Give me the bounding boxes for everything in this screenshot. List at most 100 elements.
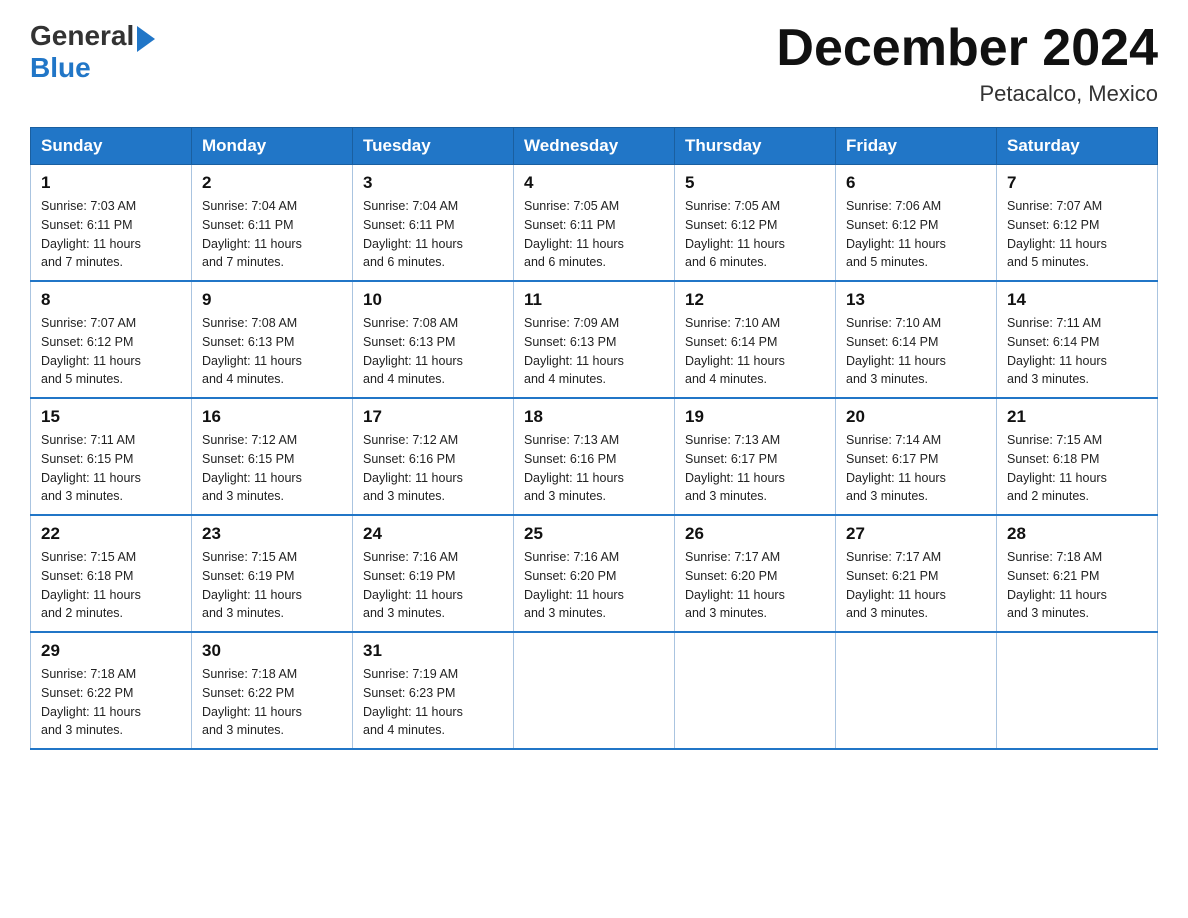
day-number: 21: [1007, 407, 1147, 427]
day-number: 19: [685, 407, 825, 427]
day-info: Sunrise: 7:06 AMSunset: 6:12 PMDaylight:…: [846, 197, 986, 272]
day-number: 9: [202, 290, 342, 310]
day-cell: 4 Sunrise: 7:05 AMSunset: 6:11 PMDayligh…: [514, 165, 675, 282]
day-info: Sunrise: 7:12 AMSunset: 6:16 PMDaylight:…: [363, 431, 503, 506]
day-info: Sunrise: 7:07 AMSunset: 6:12 PMDaylight:…: [41, 314, 181, 389]
day-number: 30: [202, 641, 342, 661]
day-info: Sunrise: 7:17 AMSunset: 6:21 PMDaylight:…: [846, 548, 986, 623]
day-number: 14: [1007, 290, 1147, 310]
day-cell: 14 Sunrise: 7:11 AMSunset: 6:14 PMDaylig…: [997, 281, 1158, 398]
day-info: Sunrise: 7:16 AMSunset: 6:20 PMDaylight:…: [524, 548, 664, 623]
header-cell-thursday: Thursday: [675, 128, 836, 165]
header-cell-tuesday: Tuesday: [353, 128, 514, 165]
day-cell: 11 Sunrise: 7:09 AMSunset: 6:13 PMDaylig…: [514, 281, 675, 398]
day-cell: 24 Sunrise: 7:16 AMSunset: 6:19 PMDaylig…: [353, 515, 514, 632]
day-cell: 1 Sunrise: 7:03 AMSunset: 6:11 PMDayligh…: [31, 165, 192, 282]
day-info: Sunrise: 7:10 AMSunset: 6:14 PMDaylight:…: [685, 314, 825, 389]
day-info: Sunrise: 7:05 AMSunset: 6:11 PMDaylight:…: [524, 197, 664, 272]
day-info: Sunrise: 7:08 AMSunset: 6:13 PMDaylight:…: [363, 314, 503, 389]
calendar-header: SundayMondayTuesdayWednesdayThursdayFrid…: [31, 128, 1158, 165]
day-info: Sunrise: 7:03 AMSunset: 6:11 PMDaylight:…: [41, 197, 181, 272]
day-cell: [997, 632, 1158, 749]
day-number: 16: [202, 407, 342, 427]
day-number: 4: [524, 173, 664, 193]
logo-blue-text: Blue: [30, 52, 91, 83]
day-cell: [514, 632, 675, 749]
day-info: Sunrise: 7:08 AMSunset: 6:13 PMDaylight:…: [202, 314, 342, 389]
day-info: Sunrise: 7:13 AMSunset: 6:17 PMDaylight:…: [685, 431, 825, 506]
day-cell: 7 Sunrise: 7:07 AMSunset: 6:12 PMDayligh…: [997, 165, 1158, 282]
header-cell-monday: Monday: [192, 128, 353, 165]
day-cell: 19 Sunrise: 7:13 AMSunset: 6:17 PMDaylig…: [675, 398, 836, 515]
day-number: 11: [524, 290, 664, 310]
header-cell-wednesday: Wednesday: [514, 128, 675, 165]
day-number: 3: [363, 173, 503, 193]
day-info: Sunrise: 7:04 AMSunset: 6:11 PMDaylight:…: [363, 197, 503, 272]
week-row-5: 29 Sunrise: 7:18 AMSunset: 6:22 PMDaylig…: [31, 632, 1158, 749]
day-cell: 13 Sunrise: 7:10 AMSunset: 6:14 PMDaylig…: [836, 281, 997, 398]
week-row-1: 1 Sunrise: 7:03 AMSunset: 6:11 PMDayligh…: [31, 165, 1158, 282]
week-row-2: 8 Sunrise: 7:07 AMSunset: 6:12 PMDayligh…: [31, 281, 1158, 398]
day-cell: 8 Sunrise: 7:07 AMSunset: 6:12 PMDayligh…: [31, 281, 192, 398]
day-cell: 23 Sunrise: 7:15 AMSunset: 6:19 PMDaylig…: [192, 515, 353, 632]
week-row-3: 15 Sunrise: 7:11 AMSunset: 6:15 PMDaylig…: [31, 398, 1158, 515]
day-info: Sunrise: 7:15 AMSunset: 6:18 PMDaylight:…: [41, 548, 181, 623]
day-cell: 25 Sunrise: 7:16 AMSunset: 6:20 PMDaylig…: [514, 515, 675, 632]
day-cell: 9 Sunrise: 7:08 AMSunset: 6:13 PMDayligh…: [192, 281, 353, 398]
day-cell: 17 Sunrise: 7:12 AMSunset: 6:16 PMDaylig…: [353, 398, 514, 515]
day-info: Sunrise: 7:18 AMSunset: 6:22 PMDaylight:…: [202, 665, 342, 740]
day-number: 2: [202, 173, 342, 193]
day-info: Sunrise: 7:10 AMSunset: 6:14 PMDaylight:…: [846, 314, 986, 389]
day-info: Sunrise: 7:18 AMSunset: 6:22 PMDaylight:…: [41, 665, 181, 740]
calendar-title: December 2024: [776, 20, 1158, 77]
day-cell: 16 Sunrise: 7:12 AMSunset: 6:15 PMDaylig…: [192, 398, 353, 515]
day-info: Sunrise: 7:05 AMSunset: 6:12 PMDaylight:…: [685, 197, 825, 272]
week-row-4: 22 Sunrise: 7:15 AMSunset: 6:18 PMDaylig…: [31, 515, 1158, 632]
day-cell: 10 Sunrise: 7:08 AMSunset: 6:13 PMDaylig…: [353, 281, 514, 398]
day-number: 24: [363, 524, 503, 544]
day-cell: 2 Sunrise: 7:04 AMSunset: 6:11 PMDayligh…: [192, 165, 353, 282]
day-number: 28: [1007, 524, 1147, 544]
calendar-subtitle: Petacalco, Mexico: [776, 81, 1158, 107]
logo: General Blue: [30, 20, 155, 84]
day-cell: 30 Sunrise: 7:18 AMSunset: 6:22 PMDaylig…: [192, 632, 353, 749]
day-number: 7: [1007, 173, 1147, 193]
day-number: 12: [685, 290, 825, 310]
calendar-table: SundayMondayTuesdayWednesdayThursdayFrid…: [30, 127, 1158, 750]
day-info: Sunrise: 7:11 AMSunset: 6:15 PMDaylight:…: [41, 431, 181, 506]
logo-icon: General Blue: [30, 20, 155, 84]
day-cell: 29 Sunrise: 7:18 AMSunset: 6:22 PMDaylig…: [31, 632, 192, 749]
day-cell: 15 Sunrise: 7:11 AMSunset: 6:15 PMDaylig…: [31, 398, 192, 515]
header-cell-friday: Friday: [836, 128, 997, 165]
day-number: 5: [685, 173, 825, 193]
day-info: Sunrise: 7:15 AMSunset: 6:19 PMDaylight:…: [202, 548, 342, 623]
day-cell: [836, 632, 997, 749]
day-cell: 3 Sunrise: 7:04 AMSunset: 6:11 PMDayligh…: [353, 165, 514, 282]
day-number: 29: [41, 641, 181, 661]
day-info: Sunrise: 7:16 AMSunset: 6:19 PMDaylight:…: [363, 548, 503, 623]
day-info: Sunrise: 7:13 AMSunset: 6:16 PMDaylight:…: [524, 431, 664, 506]
day-cell: 20 Sunrise: 7:14 AMSunset: 6:17 PMDaylig…: [836, 398, 997, 515]
day-info: Sunrise: 7:12 AMSunset: 6:15 PMDaylight:…: [202, 431, 342, 506]
page-header: General Blue December 2024 Petacalco, Me…: [30, 20, 1158, 107]
day-info: Sunrise: 7:09 AMSunset: 6:13 PMDaylight:…: [524, 314, 664, 389]
day-number: 13: [846, 290, 986, 310]
day-cell: 21 Sunrise: 7:15 AMSunset: 6:18 PMDaylig…: [997, 398, 1158, 515]
calendar-body: 1 Sunrise: 7:03 AMSunset: 6:11 PMDayligh…: [31, 165, 1158, 750]
day-cell: 27 Sunrise: 7:17 AMSunset: 6:21 PMDaylig…: [836, 515, 997, 632]
day-cell: 26 Sunrise: 7:17 AMSunset: 6:20 PMDaylig…: [675, 515, 836, 632]
day-number: 22: [41, 524, 181, 544]
day-info: Sunrise: 7:04 AMSunset: 6:11 PMDaylight:…: [202, 197, 342, 272]
day-cell: 28 Sunrise: 7:18 AMSunset: 6:21 PMDaylig…: [997, 515, 1158, 632]
day-cell: 31 Sunrise: 7:19 AMSunset: 6:23 PMDaylig…: [353, 632, 514, 749]
header-cell-saturday: Saturday: [997, 128, 1158, 165]
day-number: 17: [363, 407, 503, 427]
day-cell: [675, 632, 836, 749]
day-number: 23: [202, 524, 342, 544]
logo-general-text: General: [30, 20, 134, 52]
day-cell: 12 Sunrise: 7:10 AMSunset: 6:14 PMDaylig…: [675, 281, 836, 398]
logo-triangle-icon: [137, 26, 155, 52]
day-info: Sunrise: 7:07 AMSunset: 6:12 PMDaylight:…: [1007, 197, 1147, 272]
day-info: Sunrise: 7:17 AMSunset: 6:20 PMDaylight:…: [685, 548, 825, 623]
day-info: Sunrise: 7:14 AMSunset: 6:17 PMDaylight:…: [846, 431, 986, 506]
